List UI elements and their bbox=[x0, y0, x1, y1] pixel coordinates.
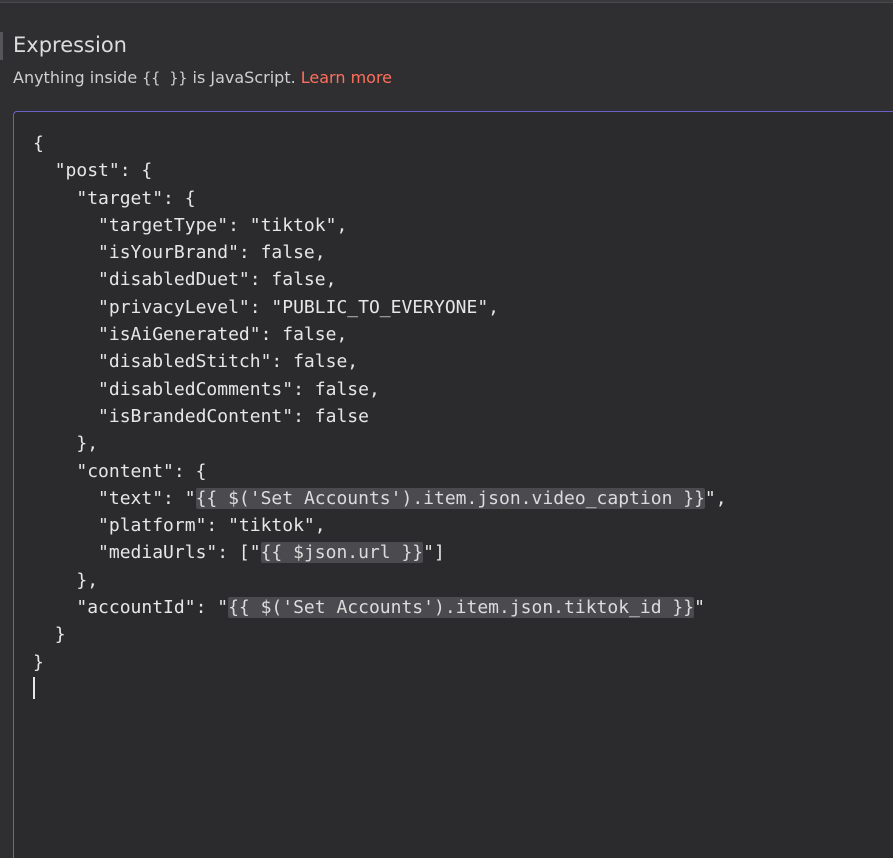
code-line[interactable]: "isBrandedContent": false bbox=[33, 403, 727, 430]
code-line[interactable]: "mediaUrls": ["{{ $json.url }}"] bbox=[33, 539, 727, 566]
hint-text-after: is JavaScript. bbox=[192, 68, 296, 87]
code-token: "targetType": "tiktok", bbox=[98, 214, 348, 236]
learn-more-link[interactable]: Learn more bbox=[301, 68, 392, 87]
hint-text-before: Anything inside bbox=[13, 68, 138, 87]
code-line[interactable]: { bbox=[33, 130, 727, 157]
code-token: } bbox=[33, 651, 44, 673]
code-token: { bbox=[33, 133, 44, 154]
hint-braces: {{ }} bbox=[142, 69, 188, 87]
code-line[interactable]: "privacyLevel": "PUBLIC_TO_EVERYONE", bbox=[33, 294, 727, 321]
code-token: "disabledDuet": false, bbox=[98, 269, 337, 291]
code-token: "text": " bbox=[98, 487, 196, 509]
code-token: "platform": "tiktok", bbox=[98, 515, 326, 537]
code-token: "isYourBrand": false, bbox=[98, 242, 326, 264]
code-content[interactable]: { "post": { "target": { "targetType": "t… bbox=[33, 130, 727, 703]
code-line[interactable]: "accountId": "{{ $('Set Accounts').item.… bbox=[33, 594, 727, 621]
code-line[interactable]: }, bbox=[33, 430, 727, 457]
code-token: }, bbox=[76, 569, 99, 591]
code-line[interactable]: } bbox=[33, 649, 727, 676]
code-line[interactable]: "disabledDuet": false, bbox=[33, 266, 727, 293]
code-line[interactable] bbox=[33, 676, 727, 703]
code-token: "mediaUrls": [" bbox=[98, 542, 261, 564]
expression-hint: Anything inside {{ }} is JavaScript. Lea… bbox=[13, 66, 392, 90]
code-token: "isAiGenerated": false, bbox=[98, 324, 348, 346]
code-token: "privacyLevel": "PUBLIC_TO_EVERYONE", bbox=[98, 296, 499, 318]
code-token: ", bbox=[704, 487, 727, 509]
code-line[interactable]: "text": "{{ $('Set Accounts').item.json.… bbox=[33, 485, 727, 512]
code-token: "content": { bbox=[76, 460, 207, 482]
code-token: "] bbox=[423, 542, 445, 564]
code-line[interactable]: "disabledComments": false, bbox=[33, 376, 727, 403]
code-line[interactable]: "target": { bbox=[33, 185, 727, 212]
expression-editor[interactable]: { "post": { "target": { "targetType": "t… bbox=[13, 111, 893, 858]
code-line[interactable]: "disabledStitch": false, bbox=[33, 348, 727, 375]
expression-token: {{ $('Set Accounts').item.json.tiktok_id… bbox=[228, 597, 695, 619]
code-token: " bbox=[694, 597, 705, 619]
panel-left-accent bbox=[0, 32, 3, 60]
expression-token: {{ $json.url }} bbox=[260, 542, 424, 564]
top-strip bbox=[0, 0, 893, 3]
code-token: "post": { bbox=[54, 160, 153, 182]
code-token: "isBrandedContent": false bbox=[98, 405, 369, 427]
code-line[interactable]: "platform": "tiktok", bbox=[33, 512, 727, 539]
code-line[interactable]: }, bbox=[33, 567, 727, 594]
code-line[interactable]: "targetType": "tiktok", bbox=[33, 212, 727, 239]
code-token: }, bbox=[76, 433, 99, 455]
text-cursor bbox=[33, 676, 35, 699]
code-line[interactable]: "post": { bbox=[33, 157, 727, 184]
code-token: "disabledComments": false, bbox=[98, 378, 380, 400]
expression-token: {{ $('Set Accounts').item.json.video_cap… bbox=[195, 487, 705, 509]
code-token: "target": { bbox=[76, 187, 196, 209]
code-line[interactable]: "isAiGenerated": false, bbox=[33, 321, 727, 348]
code-token: "accountId": " bbox=[76, 597, 229, 619]
code-token: } bbox=[54, 624, 66, 646]
code-line[interactable]: } bbox=[33, 621, 727, 648]
code-line[interactable]: "content": { bbox=[33, 458, 727, 485]
code-token: "disabledStitch": false, bbox=[98, 351, 359, 373]
code-line[interactable]: "isYourBrand": false, bbox=[33, 239, 727, 266]
panel-title: Expression bbox=[13, 33, 127, 57]
